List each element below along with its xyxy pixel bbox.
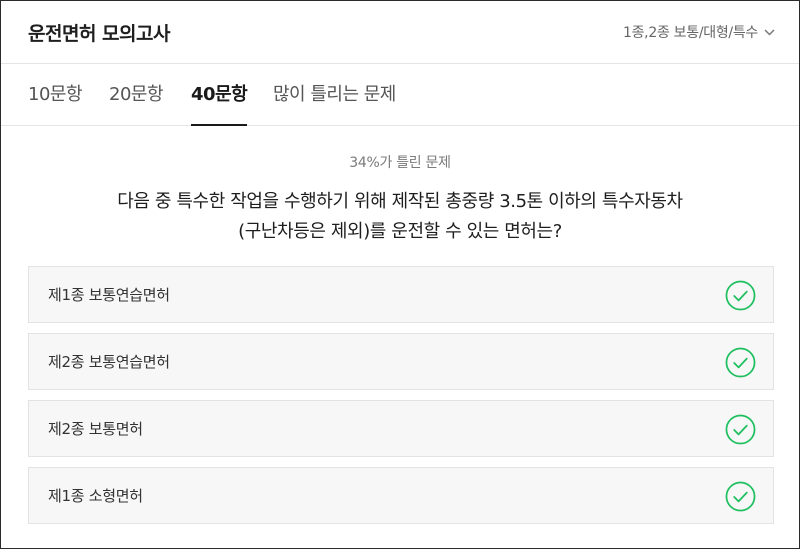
answer-option-label: 제1종 보통연습면허: [48, 286, 170, 304]
check-circle-icon: [725, 481, 756, 512]
page-title: 운전면허 모의고사: [28, 23, 170, 45]
wrong-rate-stat: 34%가 틀린 문제: [349, 155, 451, 171]
tab-40-questions[interactable]: 40문항: [191, 64, 248, 126]
answer-option-label: 제2종 보통연습면허: [48, 353, 170, 371]
app-window: 운전면허 모의고사 1종,2종 보통/대형/특수 10문항 20문항 40문항 …: [0, 0, 800, 549]
tab-20-questions[interactable]: 20문항: [109, 64, 164, 125]
answer-option-label: 제2종 보통면허: [48, 420, 143, 438]
answer-option-1[interactable]: 제1종 보통연습면허: [28, 266, 774, 323]
license-type-label: 1종,2종 보통/대형/특수: [623, 25, 758, 41]
tab-10-questions[interactable]: 10문항: [28, 64, 83, 125]
answer-option-4[interactable]: 제1종 소형면허: [28, 467, 774, 524]
header: 운전면허 모의고사 1종,2종 보통/대형/특수: [1, 1, 799, 64]
check-circle-icon: [725, 280, 756, 311]
license-type-dropdown[interactable]: 1종,2종 보통/대형/특수: [623, 22, 775, 42]
answer-option-label: 제1종 소형면허: [48, 487, 143, 505]
question-line-1: 다음 중 특수한 작업을 수행하기 위해 제작된 총중량 3.5톤 이하의 특수…: [117, 191, 683, 212]
chevron-down-icon: [764, 28, 775, 36]
check-circle-icon: [725, 347, 756, 378]
tab-frequently-wrong[interactable]: 많이 틀리는 문제: [273, 64, 396, 125]
question-line-2: (구난차등은 제외)를 운전할 수 있는 면허는?: [238, 221, 562, 242]
answer-option-2[interactable]: 제2종 보통연습면허: [28, 333, 774, 390]
answer-option-3[interactable]: 제2종 보통면허: [28, 400, 774, 457]
check-circle-icon: [725, 414, 756, 445]
question-count-tabs: 10문항 20문항 40문항 많이 틀리는 문제: [1, 64, 799, 126]
question-text: 다음 중 특수한 작업을 수행하기 위해 제작된 총중량 3.5톤 이하의 특수…: [41, 187, 759, 247]
